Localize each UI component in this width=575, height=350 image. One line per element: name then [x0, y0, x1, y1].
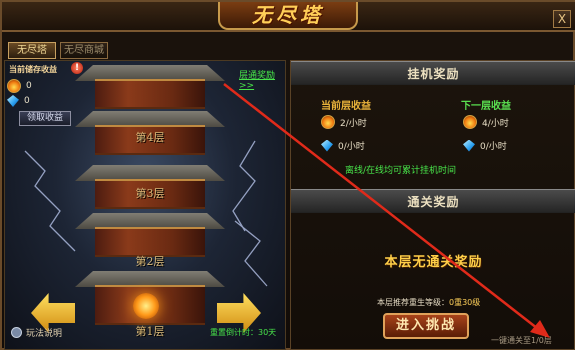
recommended-level-value: 0重30级	[449, 298, 481, 307]
enter-challenge-button[interactable]: 进入挑战	[383, 313, 469, 339]
title-plaque: 无尽塔	[218, 2, 358, 30]
fire-orb-icon	[133, 293, 159, 319]
stored-fire-row: 0	[7, 79, 32, 93]
stored-gem-row: 0	[7, 95, 30, 107]
next-fire-rate: 4/小时	[482, 118, 509, 129]
endless-tower-window: 无尽塔 X 无尽塔 无尽商城 第4层 第3层 第2层 第1层 当前储存收益 ! …	[0, 0, 575, 350]
tab-endless-shop[interactable]: 无尽商城	[60, 42, 108, 59]
floor-label-2: 第2层	[135, 255, 165, 268]
info-alert-icon[interactable]: !	[71, 62, 83, 74]
floor-label-3: 第3层	[135, 187, 165, 200]
window-title: 无尽塔	[252, 3, 324, 27]
tower-panel: 第4层 第3层 第2层 第1层 当前储存收益 ! 0 0 领取收益 层通奖励>>	[4, 60, 286, 350]
next-fire-row: 4/小时	[463, 115, 509, 129]
fire-coin-icon	[463, 115, 477, 129]
tower-floor-5	[95, 79, 205, 109]
fire-coin-icon	[7, 79, 21, 93]
fire-coin-icon	[321, 115, 335, 129]
rules-label: 玩法说明	[26, 329, 63, 339]
floor-label-1: 第1层	[135, 325, 165, 338]
diamond-icon	[7, 95, 19, 107]
tower-roof	[75, 111, 225, 127]
current-fire-row: 2/小时	[321, 115, 367, 129]
current-gem-row: 0/小时	[321, 139, 365, 152]
current-gem-rate: 0/小时	[338, 142, 365, 152]
ranking-reward-link[interactable]: 层通奖励>>	[239, 68, 285, 91]
clear-reward-header: 通关奖励	[291, 189, 575, 213]
afk-reward-header: 挂机奖励	[291, 61, 575, 85]
claim-earnings-button[interactable]: 领取收益	[19, 111, 71, 126]
floor-label-4: 第4层	[135, 131, 165, 144]
close-button[interactable]: X	[553, 10, 571, 28]
current-floor-earnings-label: 当前层收益	[321, 101, 371, 112]
next-gem-row: 0/小时	[463, 139, 507, 152]
title-bar: 无尽塔 X	[2, 2, 575, 32]
rules-icon	[11, 327, 22, 338]
next-gem-rate: 0/小时	[480, 142, 507, 152]
quick-clear-link[interactable]: 一键通关至1/0层	[491, 335, 552, 346]
diamond-icon	[321, 139, 333, 152]
tower-roof	[75, 213, 225, 229]
recommended-level-label: 本层推荐重生等级：	[377, 298, 449, 307]
reset-countdown: 重置倒计时：30天	[210, 328, 277, 337]
tower-roof	[75, 65, 225, 81]
reward-panel: 挂机奖励 当前层收益 下一层收益 2/小时 0/小时 4/小时 0/小时 离线/…	[290, 60, 575, 350]
rules-link[interactable]: 玩法说明	[11, 326, 62, 339]
afk-hint: 离线/在线均可累计挂机时间	[345, 166, 457, 176]
stored-fire-value: 0	[26, 81, 32, 91]
next-floor-earnings-label: 下一层收益	[461, 101, 511, 112]
tab-endless-tower[interactable]: 无尽塔	[8, 42, 56, 59]
tab-bar: 无尽塔 无尽商城	[8, 42, 108, 60]
tower-roof	[75, 165, 225, 181]
tower-roof	[75, 271, 225, 287]
recommended-level: 本层推荐重生等级：0重30级	[377, 297, 480, 308]
stored-gem-value: 0	[24, 96, 30, 106]
no-clear-reward-text: 本层无通关奖励	[384, 255, 483, 270]
stored-earnings-label: 当前储存收益	[9, 65, 57, 74]
diamond-icon	[463, 139, 475, 152]
current-fire-rate: 2/小时	[340, 118, 367, 129]
